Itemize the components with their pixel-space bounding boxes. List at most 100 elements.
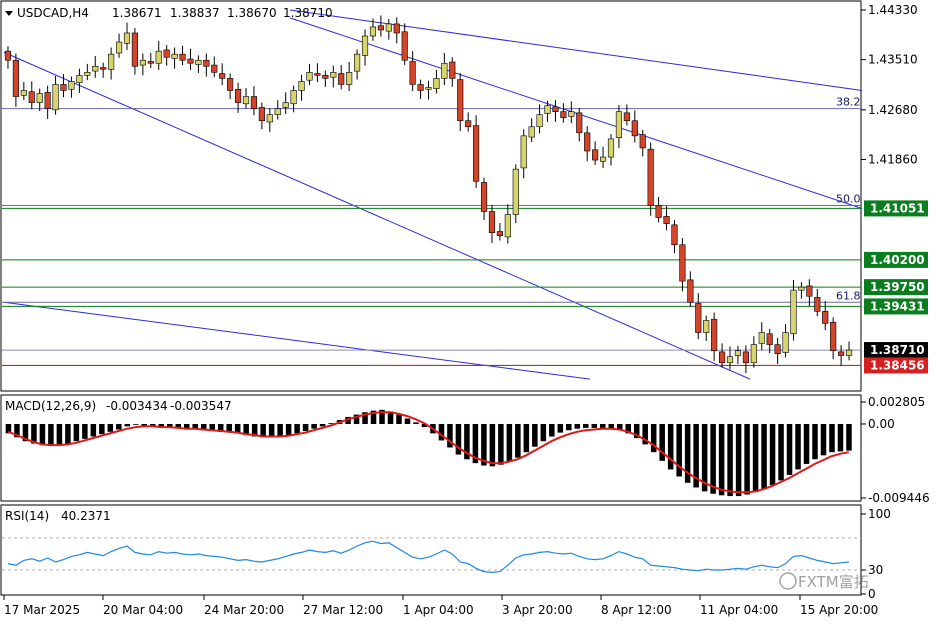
bear-candle <box>417 84 424 91</box>
bear-candle <box>623 112 630 122</box>
macd-histogram-bar <box>506 423 513 462</box>
macd-histogram-bar <box>727 423 733 497</box>
bull-candle <box>306 72 313 81</box>
bear-candle <box>655 205 662 218</box>
bear-candle <box>60 84 67 91</box>
macd-tick-label: 0.002805 <box>868 395 925 409</box>
macd-histogram-bar <box>302 423 309 432</box>
bear-candle <box>576 112 583 134</box>
macd-histogram-bar <box>667 423 674 470</box>
price-label: 1.41051 <box>870 201 925 215</box>
bull-candle <box>599 156 607 162</box>
time-tick-label: 1 Apr 04:00 <box>403 603 474 617</box>
bear-candle <box>409 61 416 85</box>
bear-candle <box>12 59 19 97</box>
macd-histogram-bar <box>116 423 122 430</box>
macd-histogram-bar <box>769 423 776 486</box>
bull-candle <box>123 32 131 44</box>
bull-candle <box>92 65 99 72</box>
bear-candle <box>258 107 265 122</box>
bear-candle <box>187 58 194 64</box>
bull-candle <box>52 84 59 111</box>
bull-candle <box>195 59 202 65</box>
bull-candle <box>290 90 297 105</box>
high-value: 1.38837 <box>170 6 220 20</box>
bear-candle <box>560 111 567 119</box>
close-value: 1.38710 <box>283 6 333 20</box>
bull-candle <box>385 23 392 32</box>
bull-candle <box>425 87 432 90</box>
macd-histogram-bar <box>812 423 818 460</box>
bear-candle <box>814 297 821 312</box>
bear-candle <box>838 351 845 356</box>
bull-candle <box>68 81 75 90</box>
macd-histogram-bar <box>82 423 88 439</box>
macd-histogram-bar <box>829 423 835 453</box>
bull-candle <box>433 78 440 89</box>
macd-histogram-bar <box>591 423 598 428</box>
macd-tick-label: 0.00 <box>868 417 895 431</box>
bear-candle <box>219 73 226 79</box>
fib-label: 61.8 <box>836 289 861 302</box>
bull-candle <box>544 105 551 114</box>
macd-histogram-bar <box>549 423 555 437</box>
time-tick-label: 3 Apr 20:00 <box>502 603 573 617</box>
bull-candle <box>520 135 527 169</box>
bear-candle <box>338 73 345 85</box>
bull-candle <box>155 50 162 64</box>
price-tick-label: 1.43510 <box>868 53 918 67</box>
bull-candle <box>845 349 853 356</box>
bull-candle <box>758 332 765 344</box>
macd-histogram-bar <box>107 423 114 432</box>
macd-histogram-bar <box>73 423 80 442</box>
bear-candle <box>147 61 154 64</box>
bull-candle <box>441 62 448 79</box>
main-plot-frame <box>0 0 862 392</box>
bull-candle <box>242 96 250 105</box>
macd-histogram-bar <box>56 423 63 446</box>
bear-candle <box>719 351 726 364</box>
time-tick-label: 20 Mar 04:00 <box>103 603 183 617</box>
bear-candle <box>179 53 186 61</box>
bear-candle <box>552 106 559 112</box>
bull-candle <box>108 53 115 70</box>
fib-label: 50.0 <box>836 192 861 205</box>
price-tick-label: 1.44330 <box>868 3 918 17</box>
bull-candle <box>726 356 734 364</box>
bear-candle <box>401 31 408 61</box>
bull-candle <box>346 72 353 85</box>
bear-candle <box>663 216 670 224</box>
rsi-tick-label: 100 <box>868 507 891 521</box>
macd-histogram-bar <box>778 423 784 481</box>
macd-histogram-bar <box>557 423 564 433</box>
bear-candle <box>774 344 781 354</box>
bull-candle <box>266 114 273 123</box>
chart-root: 38.2 50.0 61.8 1.44330 1.43510 1.42680 1.4186… <box>0 0 930 617</box>
time-tick-label: 8 Apr 12:00 <box>601 603 672 617</box>
bear-candle <box>711 318 718 351</box>
time-tick-label: 17 Mar 2025 <box>4 603 80 617</box>
symbol-label: USDCAD,H4 <box>17 6 89 20</box>
bear-candle <box>457 79 464 122</box>
macd-histogram-bar <box>319 423 326 427</box>
time-tick-label: 27 Mar 12:00 <box>303 603 383 617</box>
macd-histogram-bar <box>744 423 750 495</box>
bull-candle <box>84 72 91 76</box>
bear-candle <box>480 182 488 212</box>
bear-candle <box>496 231 503 237</box>
macd-histogram-bar <box>515 423 521 458</box>
time-tick-label: 15 Apr 20:00 <box>800 603 878 617</box>
macd-histogram-bar <box>786 423 793 475</box>
macd-histogram-bar <box>133 423 139 425</box>
macd-histogram-bar <box>523 423 530 453</box>
macd-histogram-bar <box>659 423 665 461</box>
time-tick-label: 11 Apr 04:00 <box>700 603 778 617</box>
bear-candle <box>449 61 456 79</box>
fib-label: 38.2 <box>836 96 861 109</box>
macd-histogram-bar <box>540 423 547 442</box>
bull-candle <box>274 108 281 115</box>
macd-histogram-bar <box>99 423 105 435</box>
bull-candle <box>790 289 797 335</box>
bull-candle <box>528 126 535 138</box>
bear-candle <box>830 321 837 351</box>
